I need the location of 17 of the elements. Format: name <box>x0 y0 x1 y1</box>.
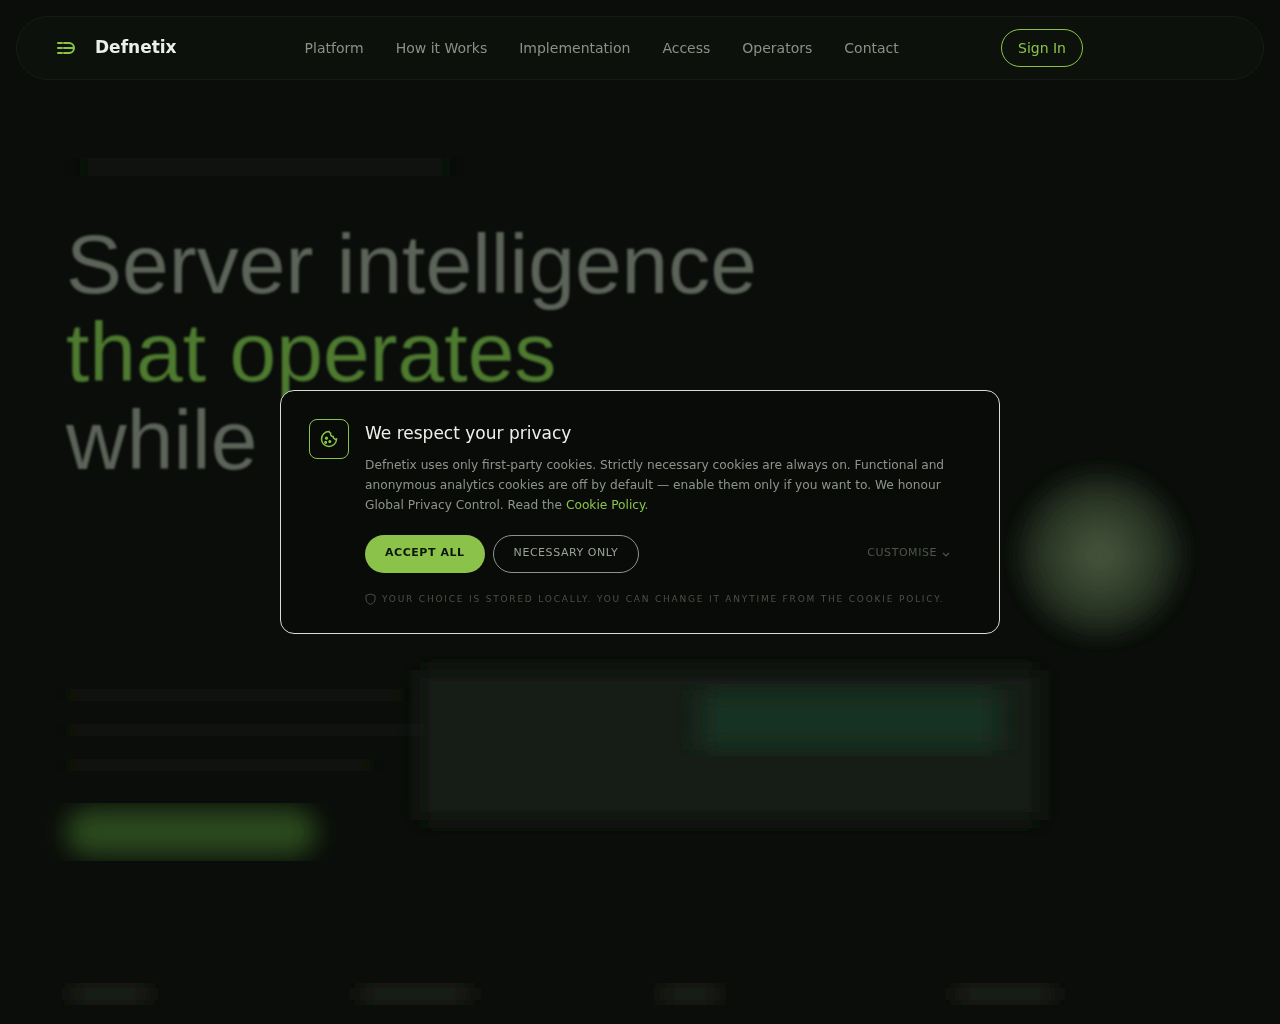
storage-note: YOUR CHOICE IS STORED LOCALLY. YOU CAN CHANGE IT ANYTIME FROM THE COOKIE POLICY. <box>382 592 945 606</box>
nav-link[interactable]: Implementation <box>519 37 631 59</box>
dialog-text: Defnetix uses only first-party cookies. Strictly necessary cookies are always on. Functional and anonymous analytics cookies are off by default — enable them only if you want to. We honour Global Privacy Control. Read the Cookie Policy. <box>365 456 946 514</box>
nav-link[interactable]: Platform <box>304 37 364 59</box>
nav-link[interactable]: Access <box>662 37 711 59</box>
hero-headline: Server intelligence <box>66 220 758 308</box>
dialog-title: We respect your privacy <box>365 422 573 445</box>
cookie-icon <box>309 419 349 459</box>
cookie-policy-link[interactable]: Cookie Policy <box>565 497 645 512</box>
logo-icon <box>57 41 75 55</box>
shield-icon <box>365 593 376 606</box>
nav-link[interactable]: Operators <box>742 37 813 59</box>
nav-link[interactable]: Contact <box>844 37 899 59</box>
accept-all-button[interactable]: ACCEPT ALL <box>365 534 485 573</box>
nav-link[interactable]: How it Works <box>395 37 488 59</box>
hero-headline: while <box>66 396 258 484</box>
brand-name: Defnetix <box>95 36 177 60</box>
